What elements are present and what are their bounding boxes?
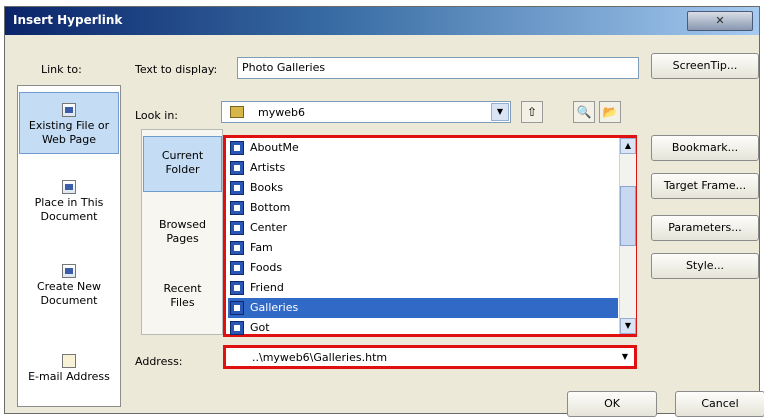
- web-page-icon: [230, 301, 244, 315]
- file-name: AboutMe: [250, 141, 299, 154]
- search-web-icon: 🔍: [576, 105, 592, 119]
- link-to-email-address[interactable]: E-mail Address: [19, 354, 119, 398]
- bookmark-button[interactable]: Bookmark...: [651, 135, 759, 161]
- file-name: Books: [250, 181, 284, 194]
- web-page-icon: [230, 241, 244, 255]
- chevron-down-icon[interactable]: ▼: [491, 103, 509, 121]
- parameters-button[interactable]: Parameters...: [651, 215, 759, 241]
- list-item[interactable]: Foods: [228, 258, 618, 278]
- browse-file-button[interactable]: 📂: [599, 101, 621, 123]
- file-name: Fam: [250, 241, 273, 254]
- ok-button[interactable]: OK: [567, 391, 657, 417]
- address-dropdown[interactable]: ..\myweb6\Galleries.htm ▼: [223, 345, 637, 369]
- place-label-line1: Existing File or: [28, 119, 110, 132]
- view-label-line1: Browsed: [158, 218, 207, 231]
- place-label-line2: Document: [40, 294, 98, 307]
- web-page-icon: [62, 103, 76, 117]
- screentip-button[interactable]: ScreenTip...: [651, 53, 759, 79]
- web-page-icon: [230, 141, 244, 155]
- look-in-label: Look in:: [135, 109, 178, 122]
- view-label-line2: Files: [170, 296, 195, 309]
- view-label-line1: Current: [161, 149, 204, 162]
- scroll-thumb[interactable]: [620, 186, 636, 246]
- view-selector-bar: Current Folder Browsed Pages Recent File…: [141, 129, 223, 335]
- web-page-icon: [230, 281, 244, 295]
- title-bar: Insert Hyperlink ✕: [5, 7, 759, 35]
- open-folder-icon: 📂: [602, 105, 618, 119]
- browse-web-button[interactable]: 🔍: [573, 101, 595, 123]
- email-icon: [62, 354, 76, 368]
- place-label-line1: Create New: [36, 280, 102, 293]
- text-to-display-label: Text to display:: [135, 63, 218, 76]
- list-item-selected[interactable]: Galleries: [228, 298, 618, 318]
- list-item[interactable]: Center: [228, 218, 618, 238]
- list-item[interactable]: Fam: [228, 238, 618, 258]
- dialog-title: Insert Hyperlink: [13, 13, 123, 27]
- web-page-icon: [230, 261, 244, 275]
- scroll-down-arrow-icon[interactable]: ▼: [620, 318, 636, 334]
- target-frame-button[interactable]: Target Frame...: [651, 173, 759, 199]
- web-page-icon: [230, 181, 244, 195]
- web-page-icon: [230, 321, 244, 335]
- file-list-scrollbar[interactable]: ▲ ▼: [619, 138, 636, 334]
- link-to-create-new-document[interactable]: Create New Document: [19, 264, 119, 320]
- file-list[interactable]: AboutMe Artists Books Bottom Center Fam …: [223, 135, 637, 337]
- list-item[interactable]: Artists: [228, 158, 618, 178]
- place-label-line2: Document: [40, 210, 98, 223]
- document-icon: [62, 180, 76, 194]
- place-label-line2: Web Page: [41, 133, 97, 146]
- list-item[interactable]: AboutMe: [228, 138, 618, 158]
- web-page-icon: [230, 201, 244, 215]
- view-recent-files[interactable]: Recent Files: [143, 274, 222, 318]
- close-button[interactable]: ✕: [687, 11, 753, 31]
- file-name: Foods: [250, 261, 283, 274]
- look-in-value: myweb6: [258, 106, 305, 119]
- view-label-line1: Recent: [163, 282, 202, 295]
- list-item[interactable]: Friend: [228, 278, 618, 298]
- list-item[interactable]: Books: [228, 178, 618, 198]
- link-to-label: Link to:: [41, 63, 82, 76]
- file-name: Got: [250, 321, 270, 334]
- insert-hyperlink-dialog: Insert Hyperlink ✕ Link to: Existing Fil…: [4, 6, 764, 417]
- link-to-place-in-document[interactable]: Place in This Document: [19, 180, 119, 236]
- cancel-button[interactable]: Cancel: [675, 391, 764, 417]
- up-one-folder-button[interactable]: ⇧: [521, 101, 543, 123]
- list-item[interactable]: Got: [228, 318, 618, 338]
- text-to-display-input[interactable]: Photo Galleries: [237, 57, 639, 79]
- list-item[interactable]: Bottom: [228, 198, 618, 218]
- web-page-icon: [230, 161, 244, 175]
- file-name: Bottom: [250, 201, 291, 214]
- view-label-line2: Folder: [165, 163, 200, 176]
- file-name: Center: [250, 221, 288, 234]
- place-label-line1: E-mail Address: [28, 370, 110, 383]
- address-value: ..\myweb6\Galleries.htm: [252, 351, 388, 364]
- view-browsed-pages[interactable]: Browsed Pages: [143, 210, 222, 254]
- folder-icon: [230, 106, 244, 118]
- up-folder-icon: ⇧: [526, 105, 538, 119]
- place-label-line1: Place in This: [34, 196, 104, 209]
- view-label-line2: Pages: [166, 232, 199, 245]
- look-in-dropdown[interactable]: myweb6 ▼: [221, 101, 511, 123]
- link-to-bar: Existing File or Web Page Place in This …: [17, 85, 121, 407]
- chevron-down-icon[interactable]: ▼: [618, 349, 632, 365]
- file-name: Artists: [250, 161, 286, 174]
- scroll-up-arrow-icon[interactable]: ▲: [620, 138, 636, 154]
- view-current-folder[interactable]: Current Folder: [143, 136, 222, 192]
- new-document-icon: [62, 264, 76, 278]
- file-name: Galleries: [250, 301, 299, 314]
- style-button[interactable]: Style...: [651, 253, 759, 279]
- link-to-existing-file[interactable]: Existing File or Web Page: [19, 92, 119, 154]
- address-label: Address:: [135, 355, 183, 368]
- file-name: Friend: [250, 281, 284, 294]
- web-page-icon: [230, 221, 244, 235]
